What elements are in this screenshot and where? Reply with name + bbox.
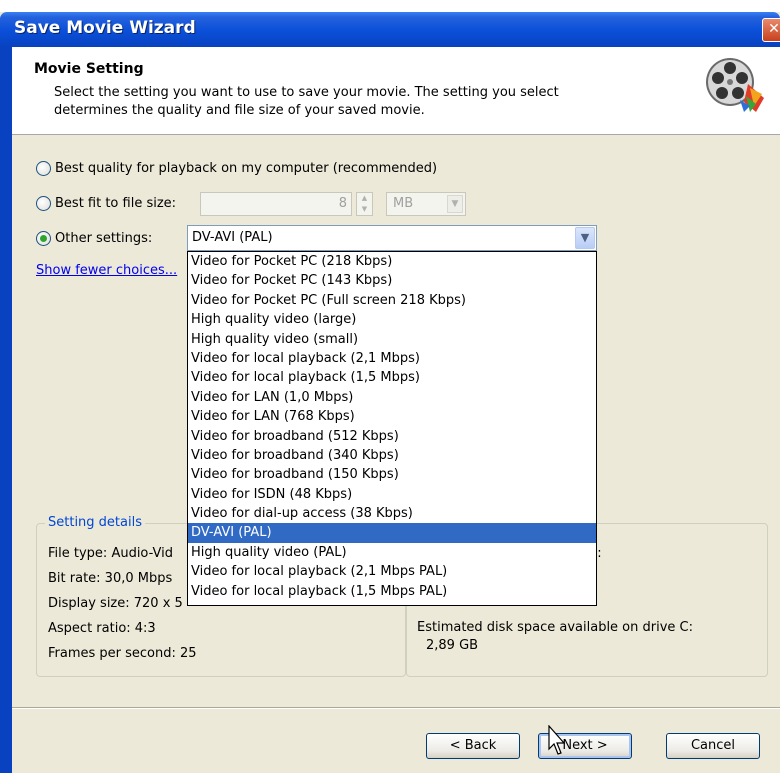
best-quality-option[interactable]: Best quality for playback on my computer… xyxy=(36,161,437,176)
dropdown-option[interactable]: Video for broadband (340 Kbps) xyxy=(188,446,596,465)
dropdown-option[interactable]: Video for local playback (1,5 Mbps) xyxy=(188,368,596,387)
title-bar[interactable]: Save Movie Wizard ✕ xyxy=(0,12,780,47)
aspect-ratio-text: Aspect ratio: 4:3 xyxy=(48,621,156,636)
film-reel-icon xyxy=(706,58,764,112)
show-fewer-choices-link[interactable]: Show fewer choices... xyxy=(36,263,177,278)
file-size-input[interactable]: 8 xyxy=(200,192,352,216)
disk-space-value: 2,89 GB xyxy=(426,638,479,653)
page-description: Select the setting you want to use to sa… xyxy=(54,85,559,118)
dropdown-option[interactable]: Video for broadband (150 Kbps) xyxy=(188,465,596,484)
cancel-button[interactable]: Cancel xyxy=(666,733,760,759)
dropdown-option[interactable]: Video for broadband (512 Kbps) xyxy=(188,427,596,446)
dropdown-option[interactable]: High quality video (small) xyxy=(188,330,596,349)
dropdown-option[interactable]: High quality video (PAL) xyxy=(188,543,596,562)
dropdown-option[interactable]: Video for LAN (1,0 Mbps) xyxy=(188,388,596,407)
window-frame-left xyxy=(0,47,12,773)
other-settings-select[interactable]: DV-AVI (PAL) ▼ xyxy=(187,225,597,251)
dropdown-option[interactable]: Video for Pocket PC (218 Kbps) xyxy=(188,252,596,271)
file-size-unit-select[interactable]: MB ▼ xyxy=(386,192,466,216)
other-settings-option[interactable]: Other settings: xyxy=(36,231,152,246)
unit-value: MB xyxy=(393,196,414,211)
best-quality-radio[interactable] xyxy=(36,161,51,176)
window-title: Save Movie Wizard xyxy=(14,18,196,38)
spin-down-icon[interactable]: ▼ xyxy=(357,204,372,215)
spin-up-icon[interactable]: ▲ xyxy=(357,193,372,204)
dropdown-option[interactable]: Video for local playback (2,1 Mbps PAL) xyxy=(188,562,596,581)
settings-dropdown-list[interactable]: Video for Pocket PC (218 Kbps) Video for … xyxy=(187,251,597,606)
dropdown-option[interactable]: High quality video (large) xyxy=(188,310,596,329)
other-settings-value: DV-AVI (PAL) xyxy=(192,230,273,245)
button-divider xyxy=(12,707,780,709)
wizard-header: Movie Setting Select the setting you wan… xyxy=(12,47,780,135)
chevron-down-icon[interactable]: ▼ xyxy=(575,227,595,249)
dropdown-option[interactable]: Video for local playback (2,1 Mbps) xyxy=(188,349,596,368)
close-button[interactable]: ✕ xyxy=(762,18,780,42)
best-fit-label: Best fit to file size: xyxy=(55,196,177,211)
chevron-down-icon[interactable]: ▼ xyxy=(447,195,463,213)
dropdown-option[interactable]: Video for ISDN (48 Kbps) xyxy=(188,485,596,504)
dropdown-option[interactable]: Video for Pocket PC (Full screen 218 Kbp… xyxy=(188,291,596,310)
page-title: Movie Setting xyxy=(34,61,144,77)
dropdown-option[interactable]: DV-AVI (PAL) xyxy=(188,523,596,543)
setting-details-label: Setting details xyxy=(45,515,145,530)
dropdown-option[interactable]: Video for LAN (768 Kbps) xyxy=(188,407,596,426)
bit-rate-text: Bit rate: 30,0 Mbps xyxy=(48,571,173,586)
other-settings-label: Other settings: xyxy=(55,231,153,246)
display-size-text: Display size: 720 x 5 xyxy=(48,596,183,611)
mouse-cursor-icon xyxy=(548,725,566,755)
dropdown-option[interactable]: Video for Pocket PC (143 Kbps) xyxy=(188,271,596,290)
dropdown-option[interactable]: Video for dial-up access (38 Kbps) xyxy=(188,504,596,523)
save-movie-wizard-window: Save Movie Wizard ✕ Movie Setting Select… xyxy=(0,0,780,773)
close-icon: ✕ xyxy=(768,21,780,37)
file-size-spinner[interactable]: ▲ ▼ xyxy=(356,192,373,216)
file-type-text: File type: Audio-Vid xyxy=(48,546,174,561)
best-fit-option[interactable]: Best fit to file size: xyxy=(36,196,176,211)
wizard-body: Best quality for playback on my computer… xyxy=(12,135,780,773)
dropdown-option[interactable]: Video for local playback (1,5 Mbps PAL) xyxy=(188,582,596,601)
top-edge xyxy=(0,0,780,12)
best-quality-label: Best quality for playback on my computer… xyxy=(55,161,438,176)
other-settings-radio[interactable] xyxy=(36,231,51,246)
disk-space-label: Estimated disk space available on drive … xyxy=(417,620,693,635)
back-button[interactable]: < Back xyxy=(426,733,520,759)
fps-text: Frames per second: 25 xyxy=(48,646,197,661)
best-fit-radio[interactable] xyxy=(36,196,51,211)
